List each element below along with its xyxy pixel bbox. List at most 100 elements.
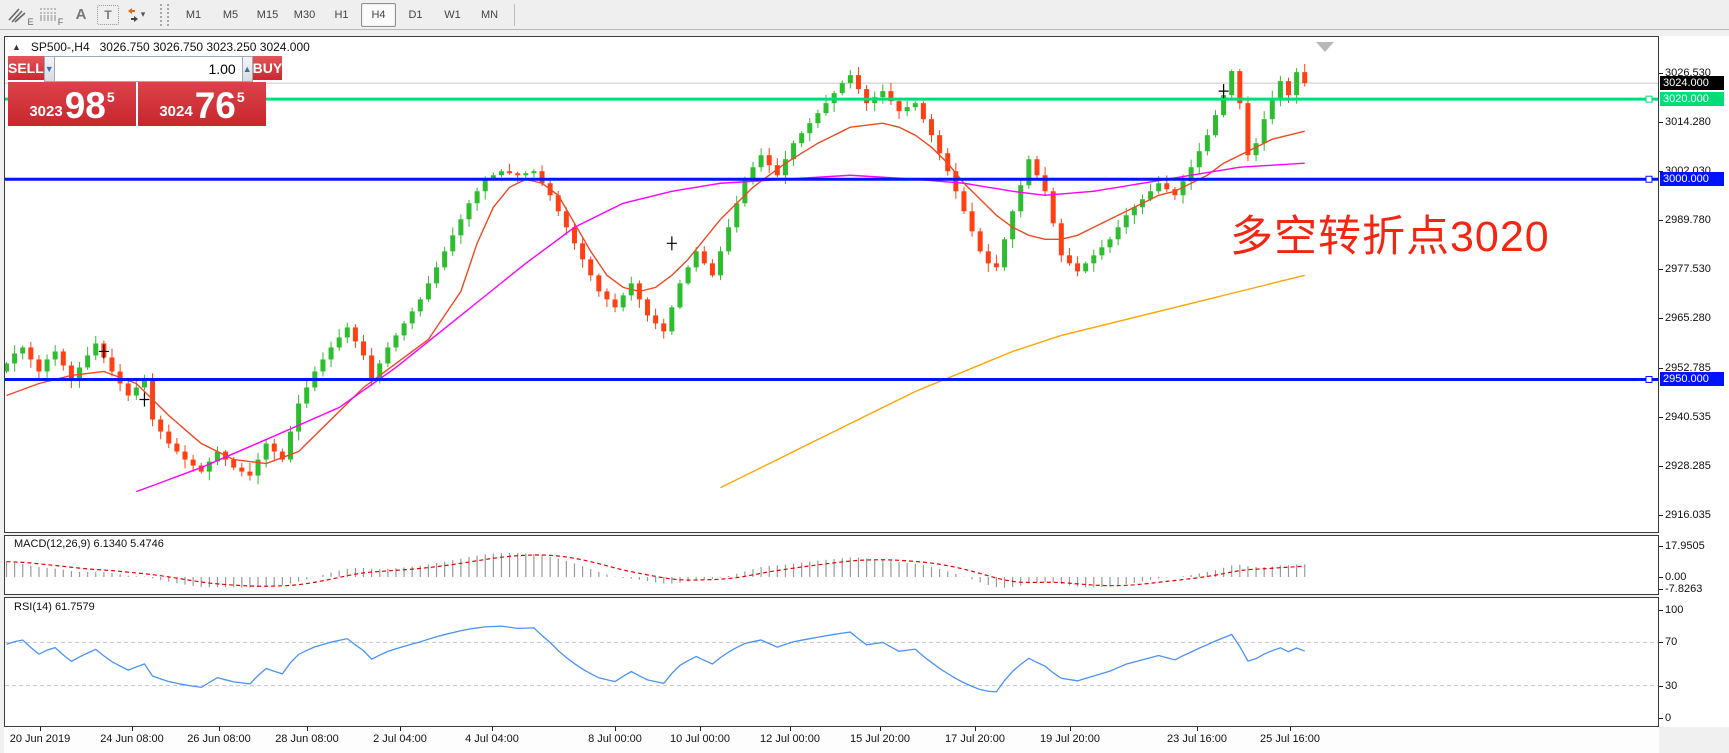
timeframe-m15[interactable]: M15: [250, 3, 285, 27]
rsi-axis-label: 70: [1665, 636, 1677, 648]
volume-input[interactable]: [55, 56, 242, 82]
time-tick: [40, 727, 41, 731]
price-axis-label: 2916.035: [1665, 509, 1711, 521]
fibonacci-icon[interactable]: F: [37, 2, 65, 28]
axis-tick: [1659, 610, 1663, 611]
time-axis-label: 12 Jul 00:00: [760, 733, 820, 745]
macd-axis-label: -7.8263: [1665, 583, 1702, 595]
equidistant-channel-icon[interactable]: E: [7, 2, 35, 28]
volume-decrease-button[interactable]: ▼: [44, 56, 55, 82]
volume-increase-button[interactable]: ▲: [242, 56, 253, 82]
sell-button[interactable]: SELL: [8, 56, 44, 82]
time-tick: [975, 727, 976, 731]
channel-lines-icon: [8, 7, 26, 23]
sell-price[interactable]: 3023 98 5: [8, 82, 136, 126]
time-tick: [790, 727, 791, 731]
price-level-badge: 3020.000: [1660, 92, 1724, 106]
time-axis-label: 15 Jul 20:00: [850, 733, 910, 745]
timeframe-m5[interactable]: M5: [213, 3, 248, 27]
time-axis-label: 19 Jul 20:00: [1040, 733, 1100, 745]
price-axis[interactable]: 3026.5303014.2803002.0302989.7802977.530…: [1659, 36, 1729, 727]
time-axis-label: 8 Jul 00:00: [588, 733, 642, 745]
price-level-badge: 3000.000: [1660, 172, 1724, 186]
time-axis-label: 23 Jul 16:00: [1167, 733, 1227, 745]
timeframe-w1[interactable]: W1: [435, 3, 470, 27]
rsi-axis-label: 0: [1665, 712, 1671, 724]
arrows-tool-icon[interactable]: ▾: [121, 2, 149, 28]
rsi-indicator-label: RSI(14) 61.7579: [14, 601, 95, 613]
axis-tick: [1659, 220, 1663, 221]
rsi-panel[interactable]: [4, 597, 1659, 727]
text-box-icon[interactable]: T: [97, 5, 119, 25]
time-tick: [700, 727, 701, 731]
price-axis-label: 2928.285: [1665, 460, 1711, 472]
fibo-lines-icon: [39, 7, 57, 23]
timeframe-d1[interactable]: D1: [398, 3, 433, 27]
time-axis-label: 26 Jun 08:00: [187, 733, 251, 745]
time-tick: [1070, 727, 1071, 731]
axis-tick: [1659, 269, 1663, 270]
axis-tick: [1659, 515, 1663, 516]
axis-tick: [1659, 642, 1663, 643]
symbol-title: SP500-,H4: [31, 40, 90, 54]
axis-tick: [1659, 546, 1663, 547]
axis-tick: [1659, 417, 1663, 418]
arrows-icon: [125, 7, 141, 23]
time-axis-label: 10 Jul 00:00: [670, 733, 730, 745]
axis-tick: [1659, 589, 1663, 590]
price-axis-label: 2965.280: [1665, 312, 1711, 324]
time-axis-label: 28 Jun 08:00: [275, 733, 339, 745]
chart-annotation-text[interactable]: 多空转折点3020: [1230, 202, 1550, 264]
collapse-trade-panel-icon[interactable]: ▲: [12, 42, 21, 52]
timeframe-m1[interactable]: M1: [176, 3, 211, 27]
ohlc-values: 3026.750 3026.750 3023.250 3024.000: [100, 40, 310, 54]
timeframe-h4[interactable]: H4: [361, 3, 396, 27]
time-tick: [615, 727, 616, 731]
time-axis-label: 4 Jul 04:00: [465, 733, 519, 745]
axis-tick: [1659, 686, 1663, 687]
axis-tick: [1659, 318, 1663, 319]
price-level-badge: 2950.000: [1660, 372, 1724, 386]
time-axis-label: 25 Jul 16:00: [1260, 733, 1320, 745]
axis-tick: [1659, 368, 1663, 369]
timeframe-mn[interactable]: MN: [472, 3, 507, 27]
time-axis[interactable]: 20 Jun 201924 Jun 08:0026 Jun 08:0028 Ju…: [4, 727, 1659, 753]
buy-price[interactable]: 3024 76 5: [138, 82, 266, 126]
price-axis-label: 2940.535: [1665, 411, 1711, 423]
timeframe-h1[interactable]: H1: [324, 3, 359, 27]
price-axis-label: 3014.280: [1665, 116, 1711, 128]
toolbar-grip[interactable]: [160, 4, 169, 26]
axis-tick: [1659, 577, 1663, 578]
time-tick: [880, 727, 881, 731]
current-price-badge: 3024.000: [1660, 76, 1724, 90]
time-tick: [1197, 727, 1198, 731]
macd-panel[interactable]: [4, 535, 1659, 595]
price-axis-label: 2977.530: [1665, 263, 1711, 275]
time-tick: [1290, 727, 1291, 731]
rsi-axis-label: 30: [1665, 680, 1677, 692]
time-axis-label: 24 Jun 08:00: [100, 733, 164, 745]
timeframe-m30[interactable]: M30: [287, 3, 322, 27]
chart-header: ▲ SP500-,H4 3026.750 3026.750 3023.250 3…: [12, 40, 310, 54]
time-axis-label: 2 Jul 04:00: [373, 733, 427, 745]
top-toolbar: E F A T ▾ M1M5M15M30H1H4D1W1MN: [0, 0, 1729, 30]
one-click-trade-panel: SELL ▼ ▲ BUY 3023 98 5 3024 76 5: [8, 56, 266, 126]
macd-axis-label: 0.00: [1665, 571, 1686, 583]
axis-tick: [1659, 73, 1663, 74]
timeframe-group: M1M5M15M30H1H4D1W1MN: [175, 3, 508, 27]
macd-axis-label: 17.9505: [1665, 540, 1705, 552]
axis-tick: [1659, 718, 1663, 719]
axis-tick: [1659, 466, 1663, 467]
price-axis-label: 2989.780: [1665, 214, 1711, 226]
time-axis-label: 17 Jul 20:00: [945, 733, 1005, 745]
time-tick: [400, 727, 401, 731]
axis-tick: [1659, 122, 1663, 123]
time-tick: [132, 727, 133, 731]
text-label-icon[interactable]: A: [67, 2, 95, 28]
rsi-axis-label: 100: [1665, 604, 1683, 616]
buy-button[interactable]: BUY: [253, 56, 283, 82]
time-tick: [307, 727, 308, 731]
time-tick: [219, 727, 220, 731]
time-tick: [492, 727, 493, 731]
macd-indicator-label: MACD(12,26,9) 6.1340 5.4746: [14, 538, 164, 550]
